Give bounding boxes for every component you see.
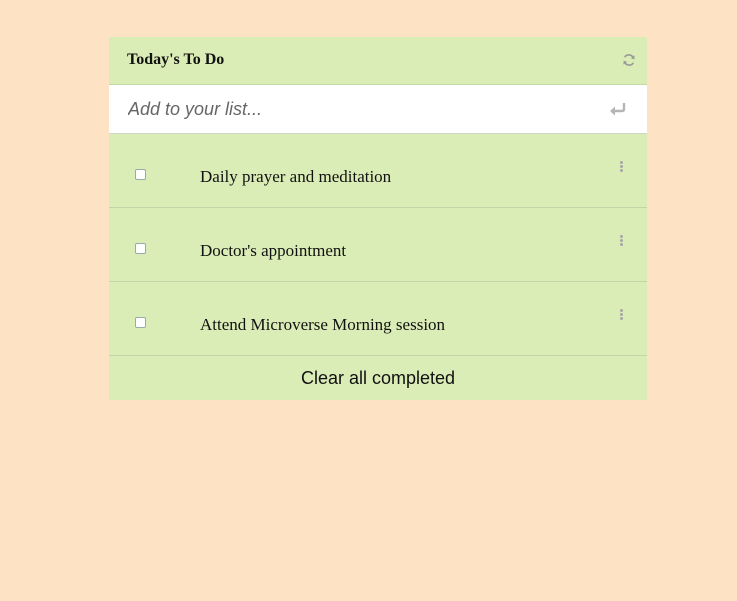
todo-header: Today's To Do	[109, 37, 647, 85]
list-item: Daily prayer and meditation	[109, 134, 647, 208]
item-label: Daily prayer and meditation	[200, 167, 392, 186]
item-label: Doctor's appointment	[200, 241, 347, 260]
todo-title: Today's To Do	[127, 51, 225, 68]
refresh-icon[interactable]	[622, 53, 636, 67]
kebab-menu-icon[interactable]	[616, 309, 626, 323]
kebab-menu-icon[interactable]	[616, 235, 626, 249]
item-checkbox[interactable]	[135, 317, 146, 328]
list-item: Doctor's appointment	[109, 208, 647, 282]
item-checkbox[interactable]	[135, 243, 146, 254]
todo-card: Today's To Do Daily prayer and meditatio…	[109, 37, 647, 400]
list-item: Attend Microverse Morning session	[109, 282, 647, 356]
todo-footer: Clear all completed	[109, 357, 647, 400]
kebab-menu-icon[interactable]	[616, 161, 626, 175]
enter-return-icon[interactable]	[609, 102, 626, 116]
item-checkbox[interactable]	[135, 169, 146, 180]
clear-completed-button[interactable]: Clear all completed	[109, 357, 647, 400]
todo-list: Daily prayer and meditation Doctor's app…	[109, 134, 647, 356]
item-label: Attend Microverse Morning session	[200, 315, 446, 334]
add-item-input[interactable]	[109, 85, 589, 133]
add-item-row	[109, 85, 647, 134]
